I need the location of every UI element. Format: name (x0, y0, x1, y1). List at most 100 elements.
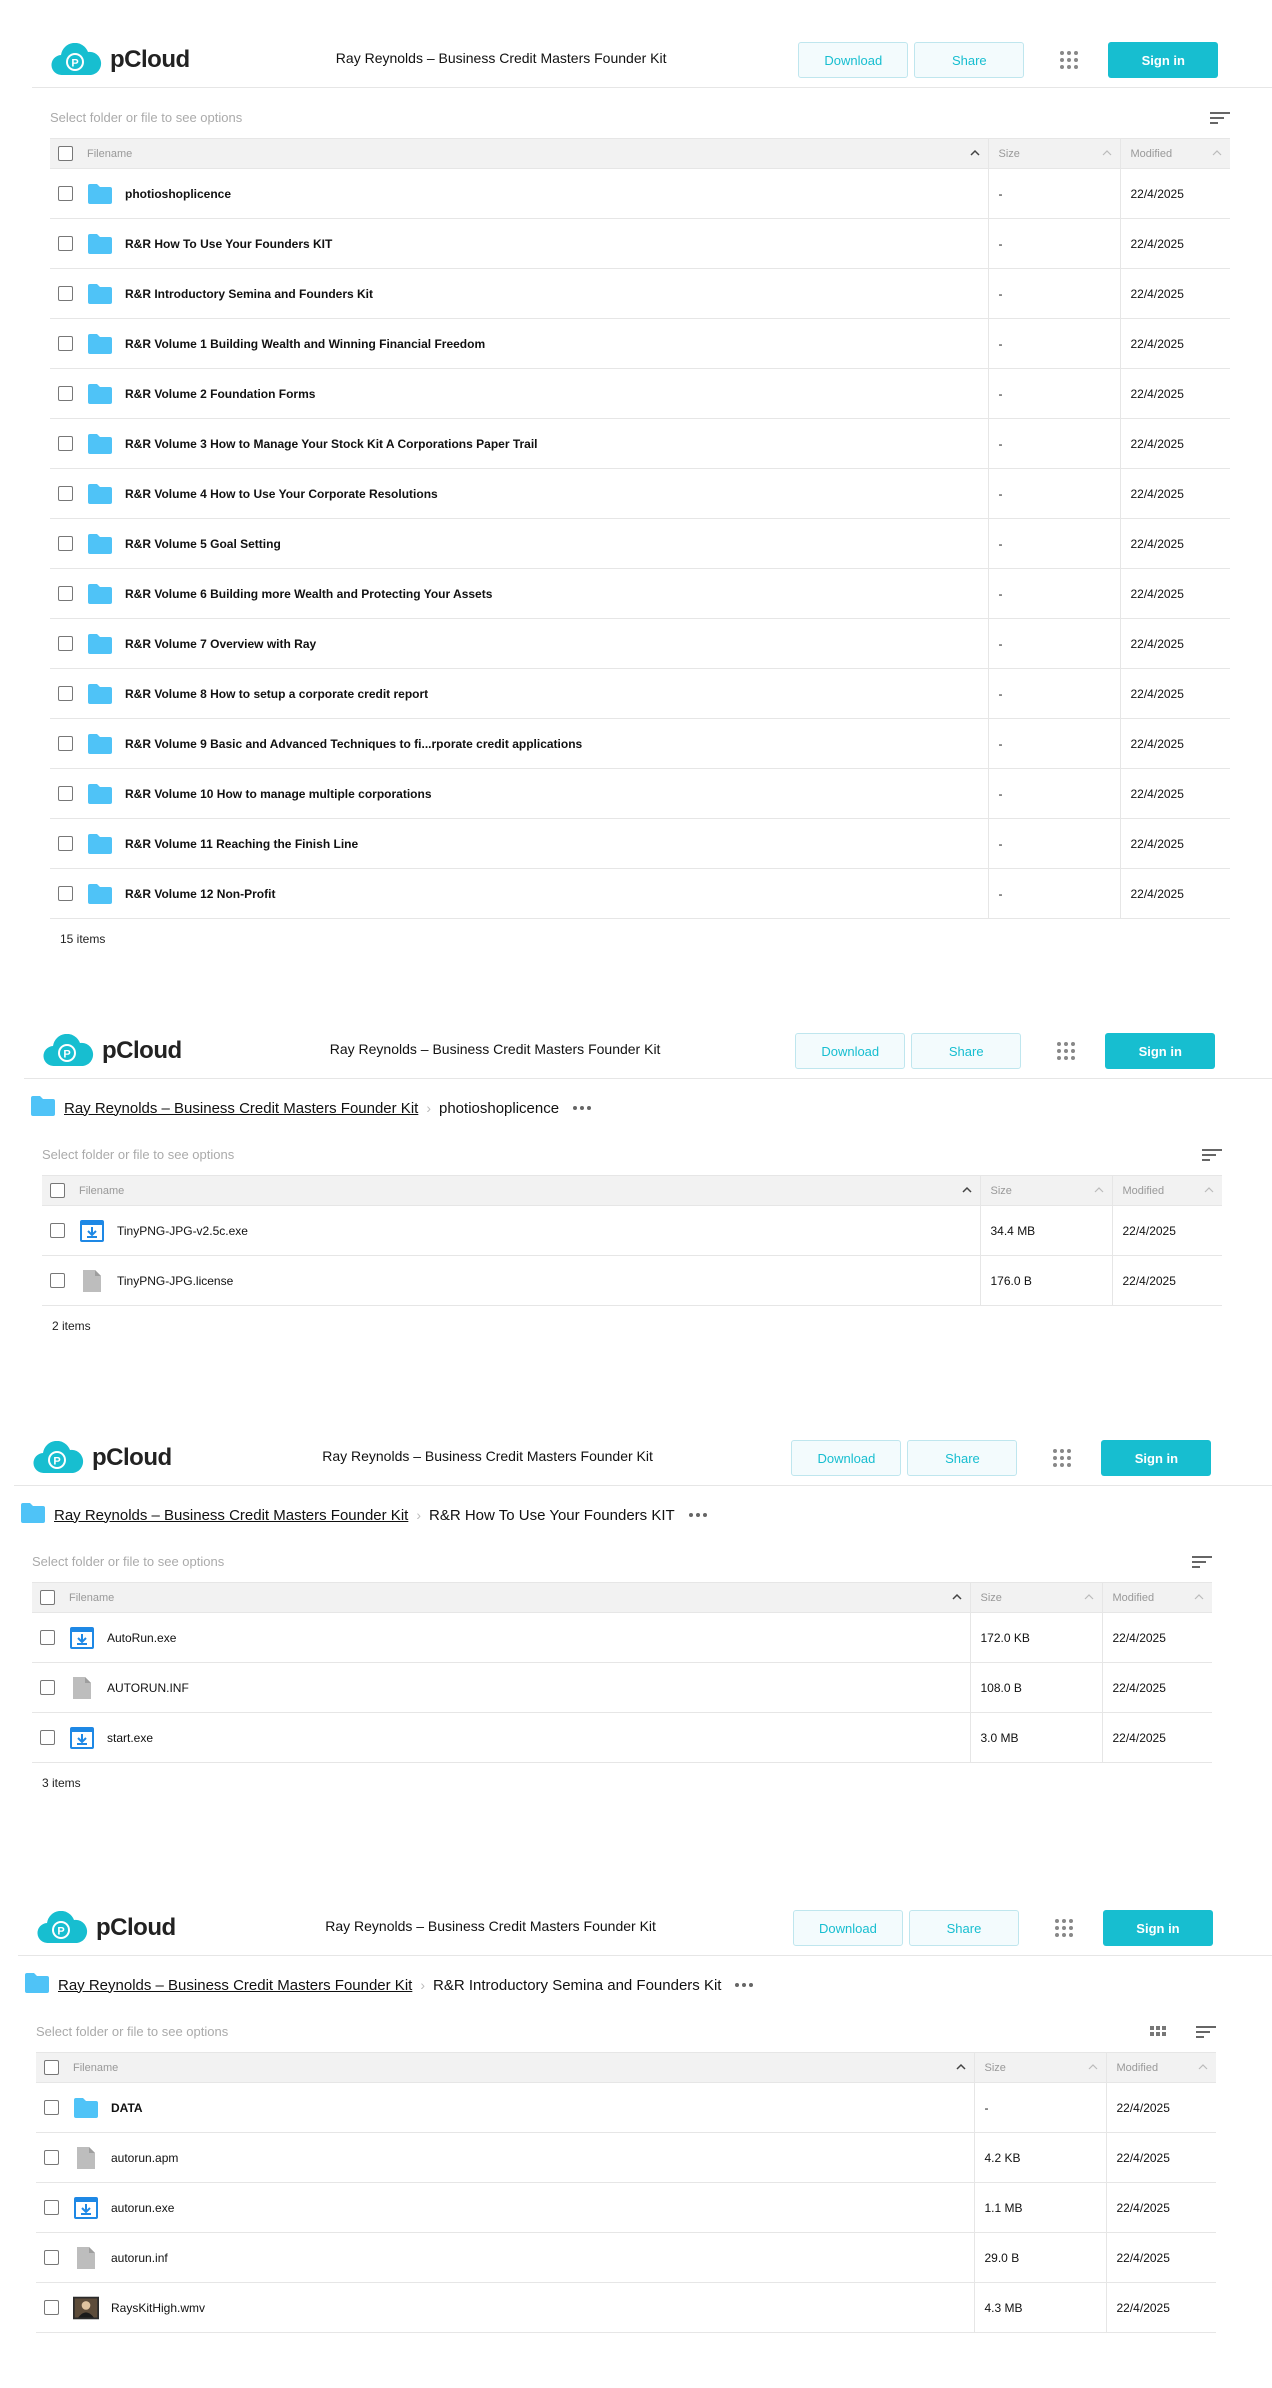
apps-grid-icon[interactable] (1054, 1919, 1073, 1937)
share-button[interactable]: Share (914, 42, 1025, 78)
file-name[interactable]: R&R How To Use Your Founders KIT (125, 237, 332, 251)
table-row[interactable]: AutoRun.exe 172.0 KB 22/4/2025 (32, 1612, 1212, 1663)
sort-size-icon[interactable] (1084, 1592, 1094, 1602)
size-column-header[interactable]: Size (979, 1175, 1112, 1206)
share-button[interactable]: Share (908, 1910, 1019, 1946)
size-column-header[interactable]: Size (987, 138, 1120, 169)
signin-button[interactable]: Sign in (1102, 1910, 1213, 1946)
filename-column-header[interactable]: Filename (50, 138, 988, 169)
apps-grid-icon[interactable] (1057, 1042, 1076, 1060)
sort-asc-icon[interactable] (961, 1185, 972, 1195)
row-checkbox[interactable] (40, 1630, 55, 1645)
sort-modified-icon[interactable] (1204, 1185, 1214, 1195)
sort-icon[interactable] (1202, 1149, 1222, 1163)
row-checkbox[interactable] (58, 736, 73, 751)
row-checkbox[interactable] (58, 836, 73, 851)
sort-size-icon[interactable] (1088, 2062, 1098, 2072)
download-button[interactable]: Download (791, 1440, 902, 1476)
table-row[interactable]: photioshoplicence -22/4/2025 (50, 168, 1230, 219)
table-row[interactable]: R&R How To Use Your Founders KIT -22/4/20… (50, 218, 1230, 269)
apps-grid-icon[interactable] (1060, 51, 1079, 69)
select-all-checkbox[interactable] (58, 146, 73, 161)
table-row[interactable]: R&R Volume 5 Goal Setting -22/4/2025 (50, 518, 1230, 569)
table-row[interactable]: R&R Volume 9 Basic and Advanced Techniqu… (50, 718, 1230, 769)
table-row[interactable]: R&R Volume 1 Building Wealth and Winning… (50, 318, 1230, 369)
modified-column-header[interactable]: Modified (1119, 138, 1230, 169)
row-checkbox[interactable] (58, 586, 73, 601)
select-all-checkbox[interactable] (50, 1183, 65, 1198)
sort-modified-icon[interactable] (1212, 148, 1222, 158)
table-row[interactable]: R&R Volume 6 Building more Wealth and Pr… (50, 568, 1230, 619)
row-checkbox[interactable] (58, 386, 73, 401)
table-row[interactable]: R&R Volume 2 Foundation Forms -22/4/2025 (50, 368, 1230, 419)
sort-asc-icon[interactable] (951, 1592, 962, 1602)
file-name[interactable]: TinyPNG-JPG.license (117, 1274, 233, 1288)
share-button[interactable]: Share (907, 1440, 1018, 1476)
row-checkbox[interactable] (58, 486, 73, 501)
row-checkbox[interactable] (58, 236, 73, 251)
download-button[interactable]: Download (798, 42, 909, 78)
filename-column-header[interactable]: Filename (32, 1582, 970, 1613)
table-row[interactable]: autorun.apm 4.2 KB 22/4/2025 (36, 2132, 1216, 2183)
file-name[interactable]: AUTORUN.INF (107, 1681, 189, 1695)
table-row[interactable]: R&R Volume 3 How to Manage Your Stock Ki… (50, 418, 1230, 469)
row-checkbox[interactable] (50, 1223, 65, 1238)
table-row[interactable]: DATA -22/4/2025 (36, 2082, 1216, 2133)
download-button[interactable]: Download (792, 1910, 903, 1946)
table-row[interactable]: autorun.inf 29.0 B 22/4/2025 (36, 2232, 1216, 2283)
table-row[interactable]: R&R Volume 11 Reaching the Finish Line -2… (50, 818, 1230, 869)
file-name[interactable]: start.exe (107, 1731, 153, 1745)
file-name[interactable]: R&R Volume 3 How to Manage Your Stock Ki… (125, 437, 538, 451)
grid-view-icon[interactable] (1150, 2026, 1166, 2040)
breadcrumb-root-link[interactable]: Ray Reynolds – Business Credit Masters F… (54, 1507, 408, 1524)
file-name[interactable]: autorun.exe (111, 2201, 174, 2215)
file-name[interactable]: autorun.apm (111, 2151, 178, 2165)
sort-icon[interactable] (1192, 1556, 1212, 1570)
pcloud-logo[interactable]: PpCloud (50, 42, 190, 78)
row-checkbox[interactable] (50, 1273, 65, 1288)
row-checkbox[interactable] (44, 2100, 59, 2115)
table-row[interactable]: start.exe 3.0 MB 22/4/2025 (32, 1712, 1212, 1763)
table-row[interactable]: R&R Volume 7 Overview with Ray -22/4/2025 (50, 618, 1230, 669)
file-name[interactable]: R&R Introductory Semina and Founders Kit (125, 287, 373, 301)
file-name[interactable]: R&R Volume 1 Building Wealth and Winning… (125, 337, 485, 351)
row-checkbox[interactable] (58, 686, 73, 701)
filename-column-header[interactable]: Filename (42, 1175, 980, 1206)
more-options-icon[interactable] (688, 1513, 707, 1517)
select-all-checkbox[interactable] (40, 1590, 55, 1605)
row-checkbox[interactable] (44, 2300, 59, 2315)
size-column-header[interactable]: Size (969, 1582, 1102, 1613)
modified-column-header[interactable]: Modified (1105, 2052, 1216, 2083)
size-column-header[interactable]: Size (973, 2052, 1106, 2083)
row-checkbox[interactable] (44, 2150, 59, 2165)
pcloud-logo[interactable]: PpCloud (42, 1033, 182, 1069)
sort-modified-icon[interactable] (1194, 1592, 1204, 1602)
sort-icon[interactable] (1210, 112, 1230, 126)
signin-button[interactable]: Sign in (1101, 1440, 1212, 1476)
table-row[interactable]: TinyPNG-JPG-v2.5c.exe 34.4 MB 22/4/2025 (42, 1205, 1222, 1256)
file-name[interactable]: DATA (111, 2101, 143, 2115)
file-name[interactable]: R&R Volume 8 How to setup a corporate cr… (125, 687, 428, 701)
more-options-icon[interactable] (735, 1983, 754, 1987)
table-row[interactable]: autorun.exe 1.1 MB 22/4/2025 (36, 2182, 1216, 2233)
filename-column-header[interactable]: Filename (36, 2052, 974, 2083)
table-row[interactable]: TinyPNG-JPG.license 176.0 B 22/4/2025 (42, 1255, 1222, 1306)
table-row[interactable]: R&R Volume 4 How to Use Your Corporate R… (50, 468, 1230, 519)
modified-column-header[interactable]: Modified (1111, 1175, 1222, 1206)
row-checkbox[interactable] (58, 436, 73, 451)
row-checkbox[interactable] (58, 336, 73, 351)
row-checkbox[interactable] (44, 2250, 59, 2265)
breadcrumb-root-link[interactable]: Ray Reynolds – Business Credit Masters F… (64, 1100, 418, 1117)
sort-size-icon[interactable] (1102, 148, 1112, 158)
table-row[interactable]: R&R Volume 12 Non-Profit -22/4/2025 (50, 868, 1230, 919)
table-row[interactable]: R&R Volume 8 How to setup a corporate cr… (50, 668, 1230, 719)
row-checkbox[interactable] (40, 1730, 55, 1745)
sort-modified-icon[interactable] (1198, 2062, 1208, 2072)
file-name[interactable]: R&R Volume 2 Foundation Forms (125, 387, 315, 401)
file-name[interactable]: photioshoplicence (125, 187, 231, 201)
row-checkbox[interactable] (44, 2200, 59, 2215)
signin-button[interactable]: Sign in (1105, 1033, 1216, 1069)
row-checkbox[interactable] (58, 786, 73, 801)
signin-button[interactable]: Sign in (1108, 42, 1219, 78)
row-checkbox[interactable] (58, 536, 73, 551)
